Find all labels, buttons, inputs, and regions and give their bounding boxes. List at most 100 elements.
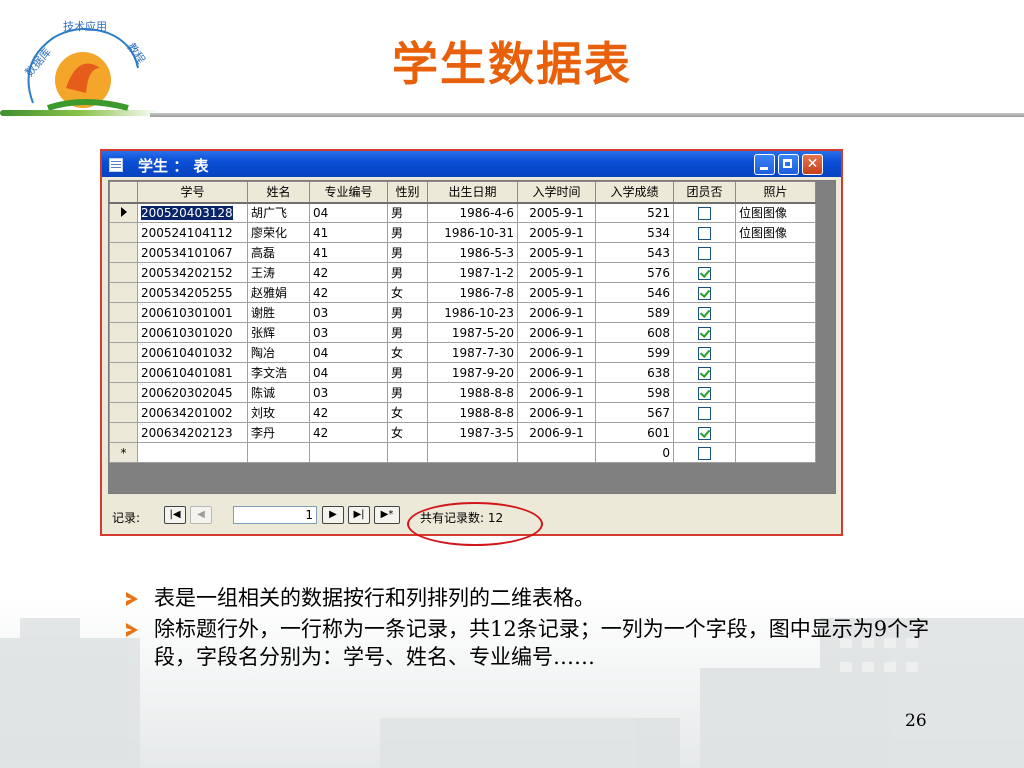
cell-sex[interactable]: 男 [387, 262, 428, 283]
cell-birth[interactable]: 1986-10-31 [427, 222, 518, 243]
member-checkbox[interactable] [698, 446, 711, 460]
row-selector[interactable] [109, 242, 138, 263]
member-checkbox[interactable] [698, 266, 711, 280]
new-record-marker[interactable]: * [109, 442, 138, 463]
row-selector[interactable] [109, 282, 138, 303]
row-selector[interactable] [109, 422, 138, 443]
member-checkbox[interactable] [698, 306, 711, 320]
member-checkbox[interactable] [698, 226, 711, 240]
last-record-button[interactable]: ▶| [348, 506, 370, 524]
cell-sex[interactable]: 女 [387, 282, 428, 303]
row-selector[interactable] [109, 222, 138, 243]
table-row[interactable]: 200610401032 陶冶 04 女 1987-7-30 2006-9-1 599 [109, 342, 816, 363]
column-header[interactable]: 入学成绩 [595, 181, 674, 204]
first-record-button[interactable]: |◀ [164, 506, 186, 524]
cell-member[interactable] [673, 222, 736, 243]
cell-name[interactable]: 李文浩 [247, 362, 310, 383]
cell-photo[interactable] [735, 302, 816, 323]
cell-birth[interactable]: 1987-1-2 [427, 262, 518, 283]
cell-score[interactable]: 608 [595, 322, 674, 343]
cell-enroll[interactable]: 2006-9-1 [517, 322, 596, 343]
cell-sex[interactable]: 男 [387, 222, 428, 243]
cell-birth[interactable]: 1988-8-8 [427, 382, 518, 403]
cell-score[interactable]: 598 [595, 382, 674, 403]
cell-score[interactable]: 546 [595, 282, 674, 303]
cell-name[interactable]: 刘玫 [247, 402, 310, 423]
member-checkbox[interactable] [698, 386, 711, 400]
cell-sex[interactable]: 女 [387, 402, 428, 423]
cell-birth[interactable] [427, 442, 518, 463]
cell-major[interactable]: 03 [309, 302, 388, 323]
cell-photo[interactable] [735, 342, 816, 363]
cell-member[interactable] [673, 422, 736, 443]
member-checkbox[interactable] [698, 346, 711, 360]
cell-id[interactable]: 200610301020 [137, 322, 248, 343]
column-header[interactable]: 出生日期 [427, 181, 518, 204]
cell-major[interactable]: 03 [309, 382, 388, 403]
minimize-button[interactable] [754, 154, 775, 175]
close-button[interactable]: ✕ [802, 154, 823, 175]
cell-enroll[interactable] [517, 442, 596, 463]
cell-sex[interactable]: 男 [387, 382, 428, 403]
cell-photo[interactable] [735, 282, 816, 303]
cell-name[interactable]: 高磊 [247, 242, 310, 263]
cell-member[interactable] [673, 382, 736, 403]
cell-score[interactable]: 601 [595, 422, 674, 443]
cell-member[interactable] [673, 342, 736, 363]
cell-major[interactable]: 42 [309, 422, 388, 443]
table-row[interactable]: 200634201002 刘玫 42 女 1988-8-8 2006-9-1 567 [109, 402, 816, 423]
cell-id[interactable]: 200524104112 [137, 222, 248, 243]
column-header[interactable]: 照片 [735, 181, 816, 204]
cell-id[interactable]: 200520403128 [137, 202, 248, 223]
cell-member[interactable] [673, 202, 736, 223]
cell-sex[interactable]: 女 [387, 342, 428, 363]
cell-enroll[interactable]: 2006-9-1 [517, 382, 596, 403]
table-row[interactable]: 200520403128 胡广飞 04 男 1986-4-6 2005-9-1 521 位图图… [109, 202, 816, 223]
cell-id[interactable]: 200634201002 [137, 402, 248, 423]
cell-sex[interactable]: 女 [387, 422, 428, 443]
cell-birth[interactable]: 1986-7-8 [427, 282, 518, 303]
cell-member[interactable] [673, 442, 736, 463]
cell-enroll[interactable]: 2006-9-1 [517, 302, 596, 323]
cell-id[interactable]: 200610401081 [137, 362, 248, 383]
column-header[interactable]: 团员否 [673, 181, 736, 204]
cell-score[interactable]: 534 [595, 222, 674, 243]
cell-id[interactable]: 200620302045 [137, 382, 248, 403]
cell-major[interactable]: 04 [309, 362, 388, 383]
cell-birth[interactable]: 1987-3-5 [427, 422, 518, 443]
cell-score[interactable]: 576 [595, 262, 674, 283]
row-selector[interactable] [109, 382, 138, 403]
cell-enroll[interactable]: 2006-9-1 [517, 342, 596, 363]
cell-birth[interactable]: 1987-7-30 [427, 342, 518, 363]
new-record-row[interactable]: * 0 [109, 442, 816, 463]
row-selector[interactable] [109, 342, 138, 363]
member-checkbox[interactable] [698, 366, 711, 380]
row-selector-header[interactable] [109, 181, 138, 204]
table-row[interactable]: 200534205255 赵雅娟 42 女 1986-7-8 2005-9-1 546 [109, 282, 816, 303]
cell-enroll[interactable]: 2006-9-1 [517, 422, 596, 443]
cell-id[interactable]: 200534101067 [137, 242, 248, 263]
cell-photo[interactable]: 位图图像 [735, 202, 816, 223]
row-selector[interactable] [109, 302, 138, 323]
member-checkbox[interactable] [698, 246, 711, 260]
cell-photo[interactable] [735, 242, 816, 263]
cell-photo[interactable] [735, 262, 816, 283]
cell-photo[interactable] [735, 362, 816, 383]
cell-score[interactable]: 638 [595, 362, 674, 383]
cell-name[interactable]: 王涛 [247, 262, 310, 283]
cell-sex[interactable]: 男 [387, 302, 428, 323]
cell-score[interactable]: 589 [595, 302, 674, 323]
cell-id[interactable]: 200634202123 [137, 422, 248, 443]
cell-id[interactable]: 200534202152 [137, 262, 248, 283]
cell-enroll[interactable]: 2006-9-1 [517, 402, 596, 423]
cell-name[interactable]: 陈诚 [247, 382, 310, 403]
cell-score[interactable]: 521 [595, 202, 674, 223]
cell-photo[interactable]: 位图图像 [735, 222, 816, 243]
cell-sex[interactable]: 男 [387, 322, 428, 343]
column-header[interactable]: 专业编号 [309, 181, 388, 204]
cell-birth[interactable]: 1986-5-3 [427, 242, 518, 263]
cell-enroll[interactable]: 2005-9-1 [517, 282, 596, 303]
cell-score[interactable]: 0 [595, 442, 674, 463]
cell-major[interactable]: 42 [309, 262, 388, 283]
cell-sex[interactable]: 男 [387, 362, 428, 383]
